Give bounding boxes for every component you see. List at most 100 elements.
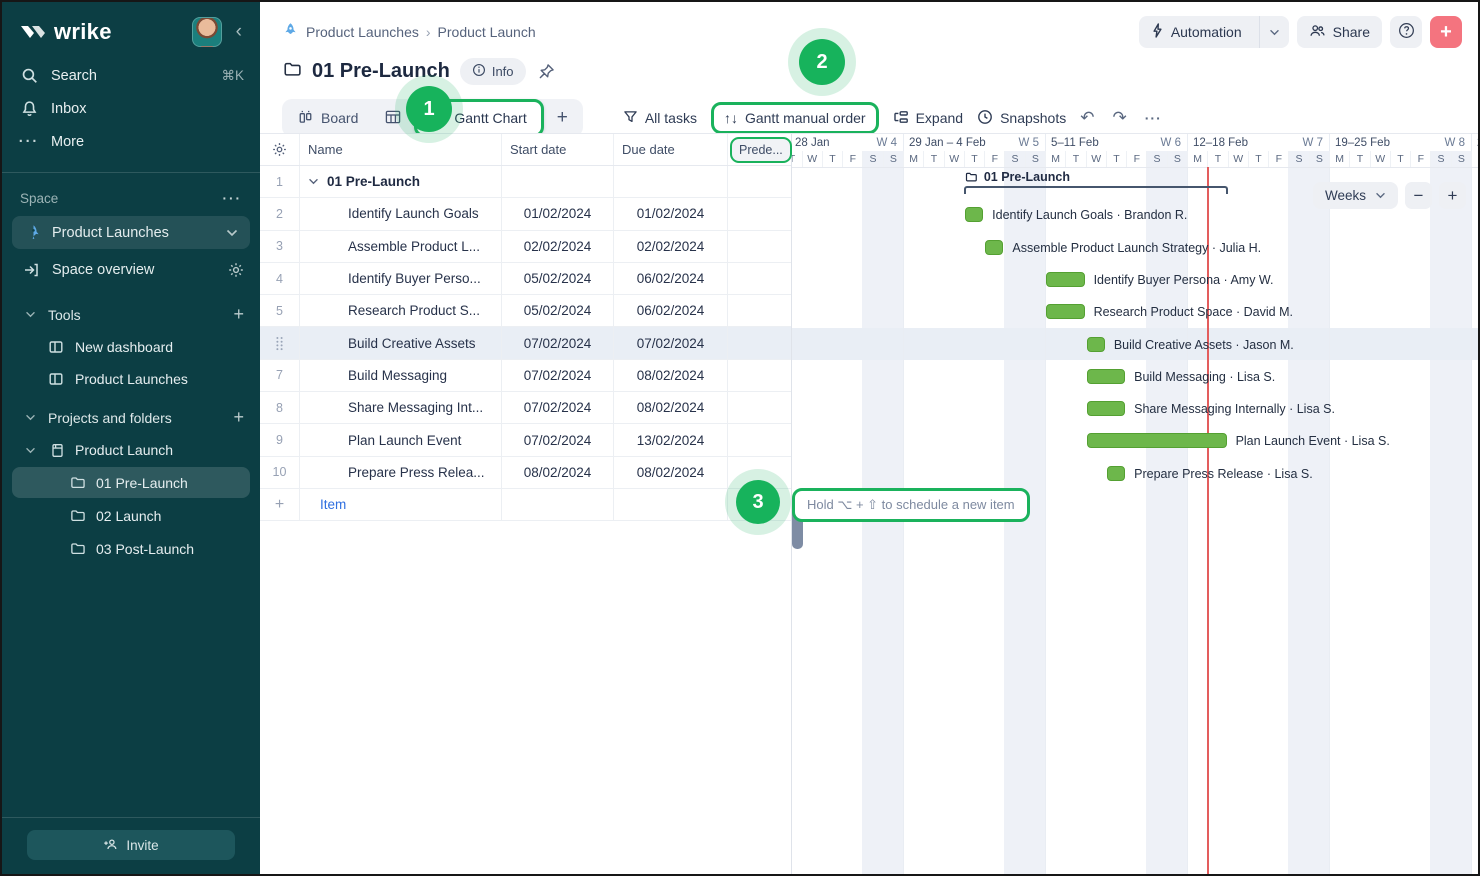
add-item-label[interactable]: Item: [300, 489, 502, 520]
snapshots-button[interactable]: Snapshots: [977, 109, 1066, 128]
gantt-manual-order-button[interactable]: ↑↓ Gantt manual order: [711, 102, 879, 134]
table-row[interactable]: 2 Identify Launch Goals 01/02/2024 01/02…: [260, 198, 791, 230]
table-row[interactable]: 9 Plan Launch Event 07/02/2024 13/02/202…: [260, 424, 791, 456]
tools-section-toggle[interactable]: Tools +: [2, 298, 260, 331]
sidebar-folder-item[interactable]: 01 Pre-Launch: [12, 467, 250, 498]
add-project-button[interactable]: +: [233, 407, 244, 428]
projects-section-toggle[interactable]: Projects and folders +: [2, 401, 260, 434]
gantt-bar[interactable]: [985, 240, 1003, 255]
task-start-date[interactable]: 07/02/2024: [502, 424, 614, 455]
gantt-bar[interactable]: [965, 207, 983, 222]
sidebar-item-product-launches-dashboard[interactable]: Product Launches: [2, 363, 260, 395]
task-start-date[interactable]: 08/02/2024: [502, 457, 614, 488]
gantt-bar[interactable]: [1046, 272, 1085, 287]
gantt-bar[interactable]: [1087, 369, 1126, 384]
share-button[interactable]: Share: [1297, 16, 1382, 48]
sidebar-item-inbox[interactable]: Inbox: [2, 92, 260, 125]
column-settings-button[interactable]: [260, 134, 300, 165]
table-row[interactable]: 8 Share Messaging Int... 07/02/2024 08/0…: [260, 392, 791, 424]
column-header-due-date[interactable]: Due date: [614, 134, 728, 165]
sidebar-item-product-launch-project[interactable]: Product Launch: [2, 434, 260, 466]
task-start-date[interactable]: [502, 166, 614, 197]
timescale-select[interactable]: Weeks: [1313, 182, 1398, 209]
task-predecessors-cell[interactable]: [728, 360, 792, 391]
gantt-bar[interactable]: [1046, 304, 1085, 319]
task-predecessors-cell[interactable]: [728, 327, 792, 358]
task-start-date[interactable]: 07/02/2024: [502, 327, 614, 358]
breadcrumb-product-launches[interactable]: Product Launches: [306, 24, 419, 40]
sidebar-item-search[interactable]: Search ⌘K: [2, 59, 260, 92]
task-predecessors-cell[interactable]: [728, 263, 792, 294]
task-due-date[interactable]: 07/02/2024: [614, 327, 728, 358]
column-header-start-date[interactable]: Start date: [502, 134, 614, 165]
task-due-date[interactable]: 02/02/2024: [614, 231, 728, 262]
task-due-date[interactable]: 06/02/2024: [614, 263, 728, 294]
task-predecessors-cell[interactable]: [728, 295, 792, 326]
sidebar-item-space-overview[interactable]: Space overview: [2, 253, 260, 286]
table-row[interactable]: 10 Prepare Press Relea... 08/02/2024 08/…: [260, 457, 791, 489]
tab-board[interactable]: Board: [284, 99, 372, 137]
task-start-date[interactable]: 05/02/2024: [502, 295, 614, 326]
help-button[interactable]: [1390, 16, 1422, 48]
expand-button[interactable]: Expand: [893, 110, 963, 127]
sidebar-item-new-dashboard[interactable]: New dashboard: [2, 331, 260, 363]
task-start-date[interactable]: 07/02/2024: [502, 360, 614, 391]
table-row[interactable]: 7 Build Messaging 07/02/2024 08/02/2024: [260, 360, 791, 392]
gantt-summary-label[interactable]: 01 Pre-Launch: [964, 170, 1070, 184]
task-predecessors-cell[interactable]: [728, 198, 792, 229]
gear-icon[interactable]: [228, 262, 244, 278]
sidebar-folder-item[interactable]: 02 Launch: [12, 500, 250, 531]
task-due-date[interactable]: [614, 166, 728, 197]
task-due-date[interactable]: 08/02/2024: [614, 457, 728, 488]
task-start-date[interactable]: 02/02/2024: [502, 231, 614, 262]
space-menu-icon[interactable]: ···: [223, 191, 243, 206]
table-row[interactable]: 4 Identify Buyer Perso... 05/02/2024 06/…: [260, 263, 791, 295]
gantt-bar[interactable]: [1087, 337, 1105, 352]
breadcrumb-product-launch[interactable]: Product Launch: [438, 24, 536, 40]
user-avatar[interactable]: [192, 17, 222, 47]
task-due-date[interactable]: 01/02/2024: [614, 198, 728, 229]
task-due-date[interactable]: 08/02/2024: [614, 360, 728, 391]
invite-button[interactable]: Invite: [27, 830, 235, 860]
task-start-date[interactable]: 01/02/2024: [502, 198, 614, 229]
undo-icon[interactable]: ↶: [1080, 108, 1094, 128]
task-start-date[interactable]: 05/02/2024: [502, 263, 614, 294]
table-row[interactable]: 3 Assemble Product L... 02/02/2024 02/02…: [260, 231, 791, 263]
zoom-in-button[interactable]: +: [1439, 182, 1466, 209]
add-tool-button[interactable]: +: [233, 304, 244, 325]
redo-icon[interactable]: ↷: [1113, 108, 1127, 128]
sidebar-collapse-icon[interactable]: ‹: [230, 21, 248, 43]
space-selector[interactable]: Product Launches: [12, 216, 250, 249]
pin-icon[interactable]: [538, 63, 555, 80]
create-new-button[interactable]: +: [1430, 16, 1462, 48]
task-due-date[interactable]: 06/02/2024: [614, 295, 728, 326]
task-predecessors-cell[interactable]: [728, 166, 792, 197]
gantt-summary-bracket[interactable]: [964, 186, 1228, 194]
task-due-date[interactable]: 08/02/2024: [614, 392, 728, 423]
task-predecessors-cell[interactable]: [728, 392, 792, 423]
gantt-bar[interactable]: [1087, 433, 1227, 448]
column-header-name[interactable]: Name: [300, 134, 502, 165]
task-predecessors-cell[interactable]: [728, 424, 792, 455]
zoom-out-button[interactable]: −: [1405, 182, 1432, 209]
sidebar-item-more[interactable]: ··· More: [2, 125, 260, 158]
more-actions-icon[interactable]: ···: [1145, 110, 1162, 126]
add-view-button[interactable]: +: [544, 107, 581, 129]
gantt-bar[interactable]: [1087, 401, 1126, 416]
task-start-date[interactable]: 07/02/2024: [502, 392, 614, 423]
add-item-plus-icon[interactable]: +: [260, 489, 300, 520]
filter-all-tasks[interactable]: All tasks: [623, 110, 697, 127]
drag-handle-icon[interactable]: [275, 336, 284, 351]
automation-chevron[interactable]: [1259, 16, 1289, 48]
task-due-date[interactable]: 13/02/2024: [614, 424, 728, 455]
task-predecessors-cell[interactable]: [728, 231, 792, 262]
add-item-row[interactable]: + Item: [260, 489, 791, 521]
gantt-bar[interactable]: [1107, 466, 1125, 481]
table-row[interactable]: Build Creative Assets 07/02/2024 07/02/2…: [260, 327, 791, 359]
sidebar-folder-item[interactable]: 03 Post-Launch: [12, 533, 250, 564]
column-header-predecessors[interactable]: Prede...: [730, 137, 792, 163]
table-row[interactable]: 5 Research Product S... 05/02/2024 06/02…: [260, 295, 791, 327]
table-row[interactable]: 1 01 Pre-Launch: [260, 166, 791, 198]
collapse-caret-icon[interactable]: [308, 178, 319, 185]
wrike-logo[interactable]: wrike: [20, 19, 184, 45]
